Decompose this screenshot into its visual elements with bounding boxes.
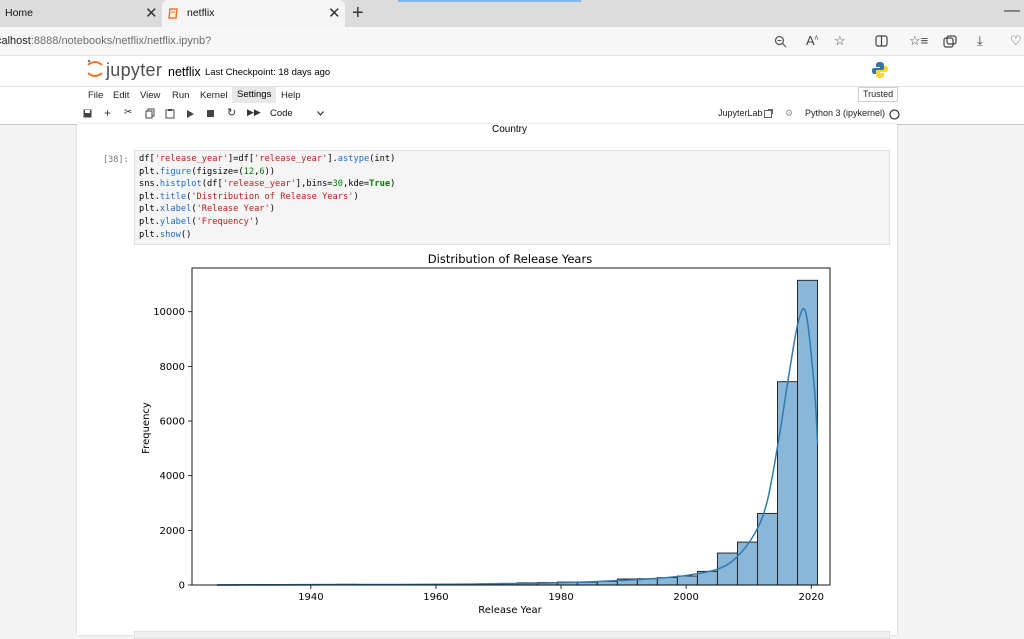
- histogram-chart: Distribution of Release Years 1940196019…: [130, 248, 840, 620]
- menu-view[interactable]: View: [140, 90, 160, 101]
- code-line: plt.title('Distribution of Release Years…: [139, 191, 395, 204]
- new-tab-button[interactable]: +: [352, 2, 364, 25]
- menu-edit[interactable]: Edit: [113, 90, 129, 101]
- restart-icon[interactable]: ↻: [227, 106, 236, 119]
- jupyterlab-link[interactable]: JupyterLab: [718, 108, 763, 118]
- code-text[interactable]: df['release_year']=df['release_year'].as…: [139, 153, 395, 241]
- menu-help[interactable]: Help: [281, 90, 301, 101]
- menu-settings[interactable]: Settings: [232, 87, 276, 103]
- tab-netflix-close-icon[interactable]: ✕: [328, 4, 341, 22]
- jupyter-logo-text[interactable]: jupyter: [106, 60, 162, 81]
- gear-icon: ⚙: [785, 108, 793, 119]
- jupyter-logo-icon: [85, 57, 105, 81]
- favorite-icon[interactable]: ☆: [834, 33, 846, 49]
- collections-icon[interactable]: [943, 35, 957, 48]
- checkpoint-status: Last Checkpoint: 18 days ago: [205, 67, 330, 78]
- tab-home[interactable]: Home ✕: [0, 0, 162, 27]
- read-aloud-icon[interactable]: Aʌ: [806, 33, 818, 48]
- y-tick-label: 6000: [160, 417, 185, 428]
- cell-prompt: [38]:: [103, 155, 129, 165]
- trusted-badge[interactable]: Trusted: [858, 87, 898, 102]
- tab-hover-indicator: [398, 0, 581, 2]
- y-axis-label: Frequency: [141, 402, 152, 454]
- python-logo-icon: [871, 61, 889, 79]
- url-host: calhost: [0, 35, 31, 47]
- notebook-name[interactable]: netflix: [168, 65, 201, 79]
- x-tick-label: 2000: [673, 592, 698, 603]
- run-icon[interactable]: [187, 110, 194, 118]
- x-axis-ticks: 1940 1960 1980 2000 2020: [298, 585, 824, 603]
- histogram-bar: [677, 576, 697, 585]
- notebook-file-icon: [168, 8, 179, 19]
- y-tick-label: 4000: [160, 471, 185, 482]
- menu-file[interactable]: File: [88, 90, 103, 101]
- add-cell-icon[interactable]: +: [104, 106, 111, 120]
- x-axis-label: Release Year: [478, 605, 542, 616]
- cut-icon[interactable]: ✂: [124, 107, 132, 118]
- histogram-bar: [777, 382, 797, 585]
- minimize-button[interactable]: —: [1004, 2, 1020, 20]
- zoom-icon[interactable]: [774, 35, 787, 48]
- histogram-bar: [757, 513, 777, 585]
- tab-netflix-title: netflix: [187, 7, 214, 19]
- kernel-status-icon: [889, 109, 900, 120]
- split-screen-icon[interactable]: [875, 35, 888, 47]
- bars-group: [217, 280, 817, 585]
- x-tick-label: 1960: [423, 592, 448, 603]
- code-line: plt.ylabel('Frequency'): [139, 216, 395, 229]
- chart-title: Distribution of Release Years: [428, 252, 592, 266]
- y-tick-label: 2000: [160, 526, 185, 537]
- code-line: plt.figure(figsize=(12,6)): [139, 166, 395, 179]
- menu-run[interactable]: Run: [172, 90, 189, 101]
- code-line: df['release_year']=df['release_year'].as…: [139, 153, 395, 166]
- tab-home-title: Home: [5, 7, 33, 19]
- histogram-bar: [717, 553, 737, 585]
- cell-type-select[interactable]: Code: [270, 108, 293, 119]
- menu-kernel[interactable]: Kernel: [200, 90, 227, 101]
- code-line: plt.xlabel('Release Year'): [139, 203, 395, 216]
- tab-netflix[interactable]: netflix ✕: [162, 0, 345, 27]
- histogram-bar: [737, 542, 757, 585]
- paste-icon[interactable]: [165, 108, 175, 119]
- external-link-icon[interactable]: [764, 109, 773, 118]
- x-tick-label: 1980: [548, 592, 573, 603]
- y-tick-label: 8000: [160, 362, 185, 373]
- x-tick-label: 2020: [799, 592, 824, 603]
- download-icon[interactable]: ⤓: [977, 33, 983, 49]
- next-cell[interactable]: [134, 631, 890, 639]
- code-line: sns.histplot(df['release_year'],bins=30,…: [139, 178, 395, 191]
- save-icon[interactable]: [83, 109, 92, 118]
- url-path: :8888/notebooks/netflix/netflix.ipynb?: [31, 35, 211, 47]
- plot-frame: [192, 268, 830, 585]
- previous-output-label: Country: [492, 124, 527, 135]
- code-line: plt.show(): [139, 229, 395, 242]
- kde-line: [217, 309, 817, 585]
- stop-icon[interactable]: [207, 110, 214, 117]
- extensions-icon[interactable]: ♡: [1010, 33, 1022, 49]
- x-tick-label: 1940: [298, 592, 323, 603]
- tab-home-close-icon[interactable]: ✕: [145, 4, 158, 22]
- kernel-name[interactable]: Python 3 (ipykernel): [805, 108, 885, 118]
- y-tick-label: 0: [179, 581, 185, 592]
- url-field[interactable]: calhost:8888/notebooks/netflix/netflix.i…: [0, 35, 211, 47]
- favorites-list-icon[interactable]: ☆≡: [909, 33, 928, 49]
- y-axis-ticks: 0 2000 4000 6000 8000 10000: [153, 307, 192, 591]
- y-tick-label: 10000: [153, 307, 185, 318]
- restart-run-all-icon[interactable]: ▶▶: [247, 107, 261, 118]
- chevron-down-icon[interactable]: [317, 111, 324, 116]
- copy-icon[interactable]: [145, 108, 155, 119]
